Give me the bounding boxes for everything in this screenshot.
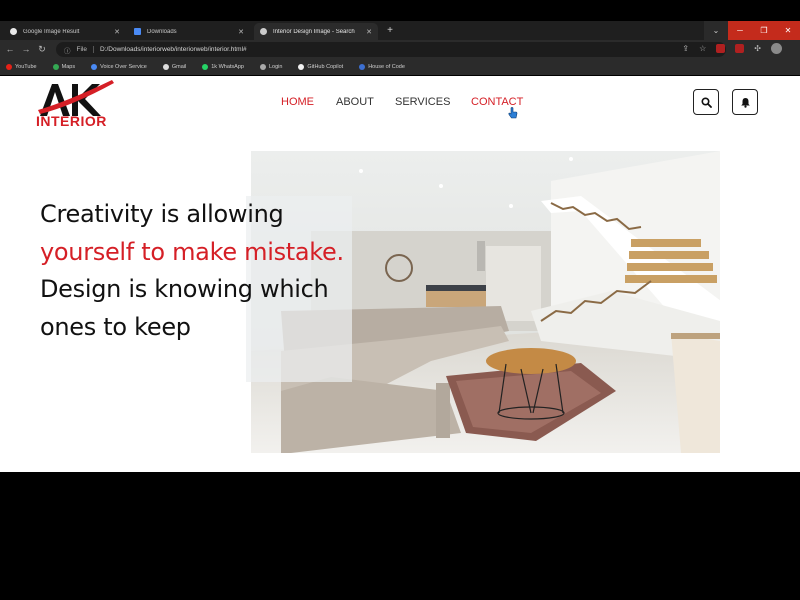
- bookmark-favicon: [202, 64, 209, 70]
- nav-about[interactable]: ABOUT: [336, 96, 374, 108]
- bookmark-item[interactable]: Voice Over Service: [91, 64, 147, 70]
- web-page: INTERIOR HOME ABOUT SERVICES CONTACT Cre…: [0, 76, 800, 472]
- profile-avatar[interactable]: [771, 43, 782, 54]
- bookmark-label: GitHub Copilot: [307, 64, 344, 70]
- bell-icon: [740, 97, 750, 108]
- notification-button[interactable]: [732, 89, 758, 115]
- info-icon[interactable]: ⓘ: [64, 45, 71, 55]
- file-scheme-label: File: [77, 46, 94, 53]
- window-controls: ⌄ ─ ❐ ✕: [704, 21, 800, 40]
- hand-cursor-icon: [508, 107, 518, 119]
- browser-tab[interactable]: Downloads ✕: [128, 23, 250, 40]
- bookmark-item[interactable]: House of Code: [359, 64, 405, 70]
- forward-button[interactable]: →: [20, 43, 32, 55]
- extension-icon[interactable]: [716, 44, 726, 53]
- tab-favicon: [10, 28, 17, 35]
- hero-headline: Creativity is allowing yourself to make …: [40, 196, 360, 346]
- bookmark-favicon: [259, 64, 266, 70]
- bookmark-label: YouTube: [15, 64, 37, 70]
- bookmark-item[interactable]: Gmail: [162, 64, 187, 70]
- back-button[interactable]: ←: [4, 43, 16, 55]
- tab-title: Downloads: [147, 28, 177, 35]
- bookmark-label: 1k WhatsApp: [211, 64, 244, 70]
- bookmark-favicon: [359, 64, 366, 70]
- browser-tab[interactable]: Google Image Result ✕: [4, 23, 126, 40]
- bookmark-label: Gmail: [171, 64, 187, 70]
- bookmark-label: Maps: [61, 64, 76, 70]
- close-icon[interactable]: ✕: [366, 28, 372, 36]
- star-icon[interactable]: ☆: [699, 44, 706, 53]
- bookmark-label: Voice Over Service: [100, 64, 147, 70]
- toolbar-icons: ⇪ ☆ ✣: [682, 43, 782, 54]
- nav-services[interactable]: SERVICES: [395, 96, 450, 108]
- new-tab-button[interactable]: +: [384, 24, 396, 38]
- bookmark-item[interactable]: Login: [259, 64, 283, 70]
- bookmark-item[interactable]: GitHub Copilot: [298, 64, 343, 70]
- minimize-button[interactable]: ─: [728, 21, 752, 40]
- screen: Google Image Result ✕ Downloads ✕ Interi…: [0, 0, 800, 600]
- nav-home[interactable]: HOME: [281, 96, 314, 108]
- download-icon: [134, 28, 141, 35]
- bookmarks-bar: YouTube Maps Voice Over Service Gmail 1k…: [0, 59, 800, 75]
- close-icon[interactable]: ✕: [114, 28, 120, 36]
- headline-text: Creativity is allowing: [40, 200, 284, 228]
- bookmark-favicon: [298, 64, 305, 70]
- url-text[interactable]: D:/Downloads/interiorweb/interiorweb/int…: [100, 46, 247, 53]
- share-icon[interactable]: ⇪: [682, 44, 689, 53]
- reload-button[interactable]: ↻: [36, 43, 48, 55]
- headline-highlight: yourself to make mistake.: [40, 237, 344, 266]
- bookmark-item[interactable]: YouTube: [6, 64, 37, 70]
- bookmark-favicon: [52, 64, 59, 70]
- bookmark-favicon: [6, 64, 12, 70]
- bookmark-favicon: [91, 64, 98, 70]
- puzzle-icon[interactable]: ✣: [754, 44, 761, 53]
- bookmark-label: House of Code: [368, 64, 405, 70]
- headline-text: Design is knowing which ones to keep: [40, 275, 329, 341]
- bookmark-favicon: [162, 64, 169, 70]
- browser-tab-active[interactable]: Interior Design Image - Search ✕: [254, 23, 378, 40]
- address-bar[interactable]: ⓘ File D:/Downloads/interiorweb/interior…: [56, 42, 726, 57]
- bookmark-item[interactable]: 1k WhatsApp: [202, 64, 244, 70]
- search-icon: [700, 96, 712, 108]
- search-button[interactable]: [693, 89, 719, 115]
- restore-button[interactable]: ❐: [752, 21, 776, 40]
- chevron-down-icon[interactable]: ⌄: [704, 21, 728, 40]
- close-icon[interactable]: ✕: [238, 28, 244, 36]
- bookmark-label: Login: [268, 64, 283, 70]
- browser-tab-strip: Google Image Result ✕ Downloads ✕ Interi…: [0, 21, 800, 40]
- bookmark-item[interactable]: Maps: [52, 64, 76, 70]
- logo-wordmark: INTERIOR: [36, 113, 107, 129]
- globe-icon: [260, 28, 267, 35]
- browser-toolbar: ← → ↻ ⓘ File D:/Downloads/interiorweb/in…: [0, 40, 800, 59]
- close-window-button[interactable]: ✕: [776, 21, 800, 40]
- tab-title: Google Image Result: [23, 28, 80, 35]
- tab-title: Interior Design Image - Search: [273, 28, 355, 35]
- extension-icon[interactable]: [735, 44, 745, 53]
